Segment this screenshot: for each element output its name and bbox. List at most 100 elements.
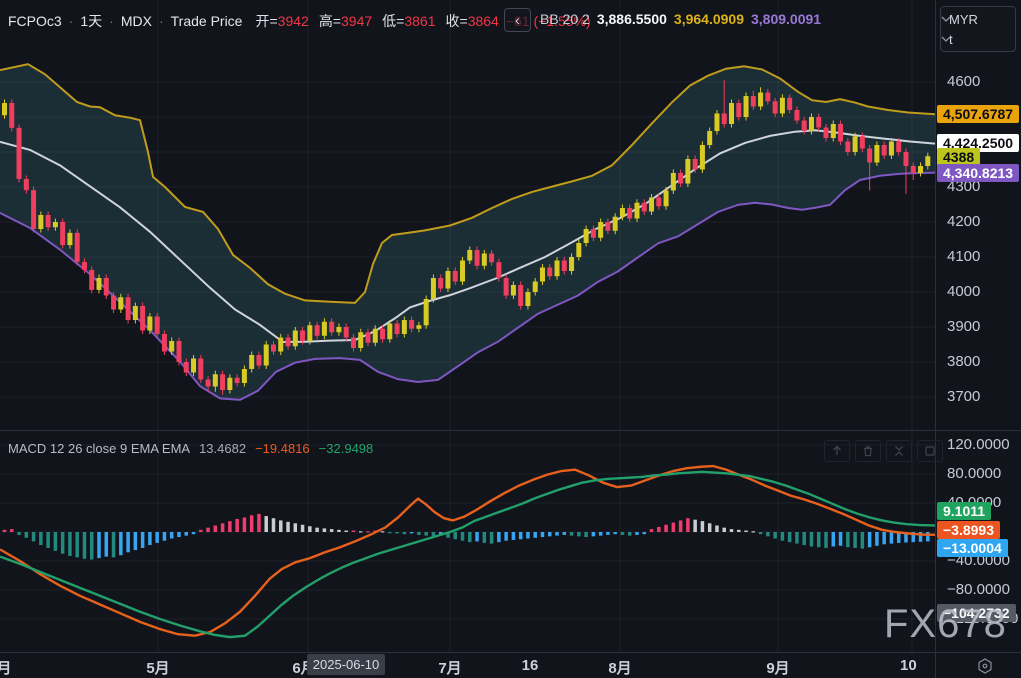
candle <box>845 142 850 153</box>
time-axis[interactable]: 10月9月8月167月6月5月月 2025-06-10 <box>0 652 936 678</box>
candle <box>824 128 829 139</box>
macd-histogram-bar <box>381 531 385 532</box>
macd-histogram-bar <box>533 532 537 538</box>
candle <box>424 299 429 325</box>
axis-tick-label: 4100 <box>947 248 980 266</box>
axis-tick-label: 3900 <box>947 318 980 336</box>
maximize-pane-button[interactable] <box>917 440 943 462</box>
macd-histogram-bar <box>250 515 254 532</box>
macd-histogram-bar <box>722 528 726 532</box>
candle <box>351 338 356 349</box>
bb-upper-value: 3,964.0909 <box>674 11 744 27</box>
macd-header: MACD 12 26 close 9 EMA EMA 13.4682 −19.4… <box>8 441 373 456</box>
candle <box>773 101 778 113</box>
candle <box>184 362 189 373</box>
crosshair-date-badge: 2025-06-10 <box>307 654 385 675</box>
candle <box>395 324 400 335</box>
trading-chart-app: FCPOc3 · 1天 · MDX · Trade Price 开=3942高=… <box>0 0 1021 678</box>
candle <box>496 262 501 278</box>
macd-histogram-bar <box>97 532 101 558</box>
macd-histogram-bar <box>686 518 690 532</box>
macd-histogram-bar <box>185 532 189 536</box>
macd-histogram-bar <box>483 532 487 543</box>
macd-histogram-bar <box>243 518 247 533</box>
currency-value: MYR <box>949 12 978 27</box>
macd-histogram-bar <box>824 532 828 548</box>
macd-histogram-bar <box>570 532 574 536</box>
macd-histogram-bar <box>861 532 865 549</box>
macd-histogram-bar <box>417 532 421 535</box>
candle <box>2 103 7 115</box>
macd-histogram-bar <box>134 532 138 550</box>
candle <box>467 250 472 261</box>
macd-histogram-bar <box>708 523 712 532</box>
macd-histogram-bar <box>737 530 741 532</box>
move-pane-up-button[interactable] <box>824 440 850 462</box>
ohlc-item: 开=3942 <box>255 11 308 31</box>
macd-histogram-bar <box>90 532 94 560</box>
collapse-indicator-button[interactable]: ‹ <box>504 8 531 32</box>
candle <box>642 203 647 212</box>
macd-histogram-bar <box>599 532 603 536</box>
macd-histogram-bar <box>577 532 581 536</box>
collapse-pane-button[interactable] <box>886 440 912 462</box>
macd-histogram-bar <box>105 532 109 557</box>
chevron-down-icon <box>941 16 951 22</box>
candle <box>373 329 378 343</box>
macd-histogram-bar <box>766 532 770 536</box>
bollinger-header: BB 20 2 3,886.5500 3,964.0909 3,809.0091 <box>540 11 821 27</box>
candle <box>547 268 552 277</box>
candle <box>678 173 683 184</box>
candle <box>206 380 211 387</box>
axis-settings-box: MYR t <box>940 6 1016 52</box>
macd-histogram-bar <box>504 532 508 541</box>
macd-histogram-bar <box>744 531 748 532</box>
candle <box>794 110 799 121</box>
macd-histogram-bar <box>526 532 530 539</box>
candle <box>540 268 545 282</box>
time-tick-label: 8月 <box>608 657 631 678</box>
macd-histogram-bar <box>112 532 116 557</box>
macd-histogram-bar <box>141 532 145 548</box>
candle <box>111 296 116 310</box>
time-axis-settings-button[interactable] <box>972 656 998 676</box>
currency-selector[interactable]: MYR <box>949 12 1007 27</box>
ohlc-item: 收=3864 <box>446 11 499 31</box>
candle <box>700 145 705 170</box>
candle <box>293 331 298 347</box>
macd-histogram-bar <box>221 523 225 532</box>
unit-selector[interactable]: t <box>949 32 1007 47</box>
pane-divider[interactable] <box>0 430 1021 431</box>
macd-histogram-bar <box>352 531 356 532</box>
price-axis[interactable]: 460043004200410040003900380037004,507.67… <box>936 0 1021 431</box>
candle <box>576 243 581 257</box>
candle <box>475 250 480 266</box>
macd-axis[interactable]: 120.000080.000040.0000−40.0000−80.0000−1… <box>936 431 1021 652</box>
candle <box>613 217 618 231</box>
candle <box>162 334 167 352</box>
price-pane[interactable] <box>0 0 936 431</box>
candle <box>169 341 174 352</box>
macd-histogram-bar <box>264 516 268 532</box>
macd-histogram-bar <box>468 532 472 542</box>
candle <box>220 374 225 390</box>
bb-lower-value: 3,809.0091 <box>751 11 821 27</box>
delete-pane-button[interactable] <box>855 440 881 462</box>
macd-histogram-bar <box>555 532 559 536</box>
macd-histogram-bar <box>126 532 130 552</box>
candle <box>256 355 261 366</box>
candle <box>133 306 138 320</box>
time-tick-label: 9月 <box>766 657 789 678</box>
candle <box>104 278 109 296</box>
macd-histogram-bar <box>715 525 719 532</box>
interval-label[interactable]: 1天 <box>80 11 102 31</box>
macd-pane[interactable] <box>0 431 936 652</box>
candle <box>46 215 51 227</box>
candle <box>264 345 269 366</box>
bb-lower-badge: 4,340.8213 <box>937 164 1019 182</box>
candle <box>525 292 530 306</box>
macd-histogram-bar <box>403 532 407 534</box>
candle <box>882 145 887 156</box>
macd-histogram-bar <box>286 522 290 532</box>
macd-histogram-bar <box>839 532 843 546</box>
